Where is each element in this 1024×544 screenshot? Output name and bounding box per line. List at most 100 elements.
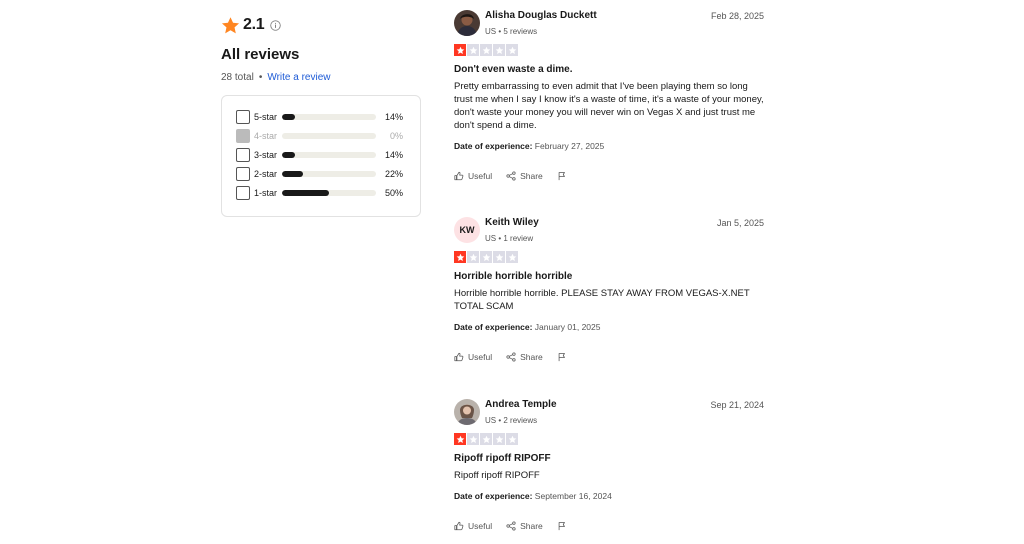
star-square-icon (506, 251, 518, 263)
filter-label: 1-star (254, 188, 278, 198)
rating-summary: 2.1 All reviews 28 total • Write a revie… (221, 14, 421, 217)
useful-button[interactable]: Useful (454, 521, 492, 531)
flag-icon (558, 172, 565, 181)
filter-percent: 14% (384, 112, 403, 122)
share-button[interactable]: Share (506, 352, 543, 362)
experience-date: September 16, 2024 (534, 491, 612, 501)
useful-label: Useful (468, 521, 493, 531)
review-body: Horrible horrible horrible. PLEASE STAY … (454, 288, 750, 312)
share-label: Share (520, 171, 543, 181)
star-filter-3-star[interactable]: 3-star 14% (236, 148, 406, 162)
useful-label: Useful (468, 171, 493, 181)
filter-bar-track (282, 171, 376, 177)
flag-icon (558, 522, 565, 531)
date-of-experience: Date of experience: September 16, 2024 (454, 491, 764, 502)
filter-percent: 50% (384, 188, 403, 198)
write-review-link[interactable]: Write a review (267, 72, 330, 83)
filter-checkbox[interactable] (236, 167, 250, 181)
star-square-icon (454, 251, 466, 263)
review-header: Andrea Temple US • 2 reviews Sep 21, 2024 (454, 399, 764, 427)
star-filter-2-star[interactable]: 2-star 22% (236, 167, 406, 181)
avatar-initials: KW (459, 225, 475, 235)
all-reviews-heading: All reviews (221, 46, 300, 63)
review-card: Alisha Douglas Duckett US • 5 reviews Feb … (454, 10, 764, 182)
thumbs-up-icon (454, 352, 464, 362)
filter-label: 4-star (254, 131, 278, 141)
report-button[interactable] (557, 171, 571, 181)
share-icon (506, 521, 516, 531)
share-button[interactable]: Share (506, 171, 543, 181)
flag-icon (558, 353, 565, 362)
star-square-icon (493, 251, 505, 263)
avatar[interactable]: KW (454, 217, 480, 243)
total-count: 28 total (221, 72, 254, 83)
avatar[interactable] (454, 399, 480, 425)
info-icon[interactable] (270, 20, 282, 31)
filter-label: 2-star (254, 169, 278, 179)
experience-label: Date of experience: (454, 141, 533, 151)
filter-bar-fill (282, 171, 303, 177)
review-actions: Useful Share (454, 170, 764, 182)
review-title[interactable]: Don't even waste a dime. (454, 63, 764, 76)
star-square-icon (454, 433, 466, 445)
useful-button[interactable]: Useful (454, 171, 492, 181)
star-square-icon (493, 44, 505, 56)
useful-label: Useful (468, 352, 493, 362)
filter-bar-track (282, 114, 376, 120)
review-date: Jan 5, 2025 (716, 218, 764, 228)
thumbs-up-icon (454, 521, 464, 531)
share-icon (506, 171, 516, 181)
avatar[interactable] (454, 10, 480, 36)
date-of-experience: Date of experience: February 27, 2025 (454, 141, 764, 152)
star-filter-5-star[interactable]: 5-star 14% (236, 110, 406, 124)
review-card: Andrea Temple US • 2 reviews Sep 21, 2024 R… (454, 399, 764, 532)
filter-percent: 14% (384, 150, 403, 160)
star-filter-1-star[interactable]: 1-star 50% (236, 186, 406, 200)
date-of-experience: Date of experience: January 01, 2025 (454, 322, 764, 333)
filter-checkbox[interactable] (236, 110, 250, 124)
filter-label: 3-star (254, 150, 278, 160)
review-title[interactable]: Ripoff ripoff RIPOFF (454, 452, 764, 465)
review-actions: Useful Share (454, 520, 764, 532)
share-label: Share (520, 521, 543, 531)
rating-value: 2.1 (243, 16, 265, 33)
filter-percent: 22% (384, 169, 403, 179)
review-star-rating (454, 433, 764, 445)
star-square-icon (454, 44, 466, 56)
review-card: KW Keith Wiley US • 1 review Jan 5, 2025 Hor… (454, 217, 764, 363)
reviewer-name[interactable]: Andrea Temple (485, 399, 710, 411)
filter-checkbox (236, 129, 250, 143)
experience-label: Date of experience: (454, 322, 533, 332)
review-body: Ripoff ripoff RIPOFF (454, 470, 540, 481)
experience-date: January 01, 2025 (534, 322, 601, 332)
reviewer-name[interactable]: Alisha Douglas Duckett (485, 10, 711, 22)
star-icon (221, 16, 240, 33)
filter-checkbox[interactable] (236, 186, 250, 200)
useful-button[interactable]: Useful (454, 352, 492, 362)
filter-bar-fill (282, 190, 329, 196)
share-label: Share (520, 352, 543, 362)
share-button[interactable]: Share (506, 521, 543, 531)
review-title[interactable]: Horrible horrible horrible (454, 270, 764, 283)
review-star-rating (454, 44, 764, 56)
filter-bar-track (282, 190, 376, 196)
star-square-icon (480, 251, 492, 263)
star-square-icon (480, 44, 492, 56)
star-square-icon (506, 44, 518, 56)
review-date: Feb 28, 2025 (710, 11, 764, 21)
star-filter-4-star: 4-star 0% (236, 129, 406, 143)
separator-dot: • (258, 72, 263, 83)
filter-percent: 0% (389, 131, 403, 141)
review-star-rating (454, 251, 764, 263)
star-square-icon (493, 433, 505, 445)
reviewer-info: Keith Wiley US • 1 review (485, 217, 717, 244)
experience-label: Date of experience: (454, 491, 533, 501)
share-icon (506, 352, 516, 362)
filter-bar-fill (282, 114, 296, 120)
report-button[interactable] (557, 352, 571, 362)
report-button[interactable] (557, 521, 571, 531)
star-square-icon (467, 44, 479, 56)
reviewer-name[interactable]: Keith Wiley (485, 217, 717, 229)
filter-checkbox[interactable] (236, 148, 250, 162)
review-date: Sep 21, 2024 (710, 400, 764, 410)
